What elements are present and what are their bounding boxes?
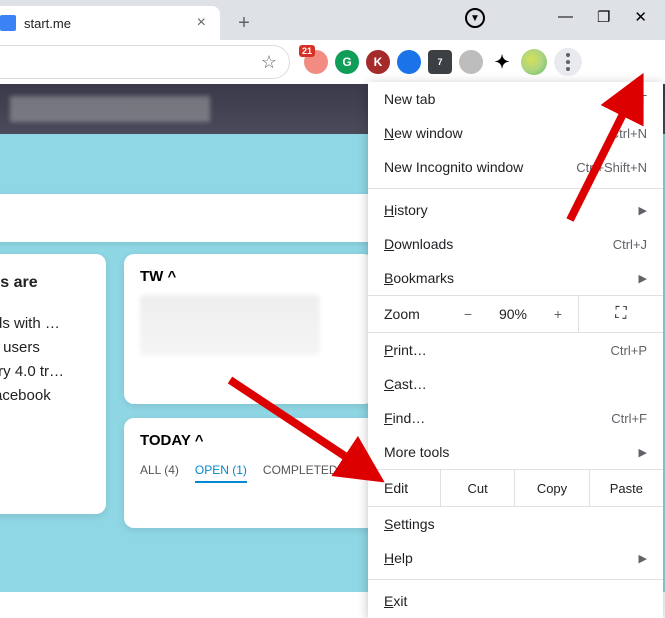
menu-cast[interactable]: Cast… (368, 367, 663, 401)
menu-downloads[interactable]: Downloads Ctrl+J (368, 227, 663, 261)
omnibox[interactable]: ☆ (0, 45, 290, 79)
menu-label: Find… (384, 410, 611, 426)
menu-exit[interactable]: Exit (368, 584, 663, 618)
window-maximize-button[interactable]: ❐ (597, 8, 610, 26)
zoom-out-button[interactable]: − (448, 306, 488, 322)
card-left-line: ds with … (0, 312, 88, 336)
zoom-label: Zoom (368, 306, 448, 322)
extension-icon[interactable]: 7 (428, 50, 452, 74)
zoom-in-button[interactable]: + (538, 306, 578, 322)
edit-label: Edit (368, 470, 440, 506)
bookmark-star-icon[interactable]: ☆ (261, 52, 277, 73)
menu-label: Print… (384, 342, 611, 358)
menu-label: History (384, 202, 631, 218)
card-left-line: acebook (0, 384, 88, 408)
menu-find[interactable]: Find… Ctrl+F (368, 401, 663, 435)
today-tabs: ALL (4) OPEN (1) COMPLETED (3) (140, 463, 368, 483)
extension-badge: 21 (299, 45, 315, 57)
tab-title: start.me (24, 16, 193, 31)
menu-print[interactable]: Print… Ctrl+P (368, 333, 663, 367)
today-tab-completed[interactable]: COMPLETED (3) (263, 463, 356, 483)
chevron-right-icon: ▶ (639, 446, 647, 459)
extensions-row: 21 G K 7 ✦ (304, 48, 582, 76)
menu-help[interactable]: Help ▶ (368, 541, 663, 575)
menu-label: Help (384, 550, 631, 566)
today-tab-open[interactable]: OPEN (1) (195, 463, 247, 483)
menu-label: More tools (384, 444, 631, 460)
chevron-right-icon: ▶ (639, 272, 647, 285)
header-blur (10, 96, 210, 122)
menu-more-tools[interactable]: More tools ▶ (368, 435, 663, 469)
menu-label: Settings (384, 516, 647, 532)
menu-label: Exit (384, 593, 647, 609)
chrome-menu-button[interactable] (554, 48, 582, 76)
card-today: TODAY ^ ALL (4) OPEN (1) COMPLETED (3) (124, 418, 384, 528)
chevron-right-icon: ▶ (639, 552, 647, 565)
extension-icon[interactable]: 21 (304, 50, 328, 74)
menu-separator (368, 579, 663, 580)
menu-label: New window (384, 125, 610, 141)
card-today-title[interactable]: TODAY ^ (140, 432, 368, 449)
card-tw-content (140, 295, 320, 355)
extension-icon[interactable] (459, 50, 483, 74)
chrome-menu: New tab Ctrl+T New window Ctrl+N New Inc… (368, 82, 663, 618)
window-close-button[interactable]: ✕ (634, 8, 647, 26)
chevron-right-icon: ▶ (639, 204, 647, 217)
tab-close-button[interactable]: × (193, 14, 210, 32)
card-tw: TW ^ (124, 254, 374, 404)
extension-icon[interactable] (397, 50, 421, 74)
menu-label: Downloads (384, 236, 613, 252)
browser-tab[interactable]: start.me × (0, 6, 220, 40)
menu-zoom-row: Zoom − 90% + ⛶ (368, 295, 663, 333)
menu-history[interactable]: History ▶ (368, 193, 663, 227)
menu-shortcut: Ctrl+N (610, 126, 647, 141)
menu-separator (368, 188, 663, 189)
menu-label: Bookmarks (384, 270, 631, 286)
menu-shortcut: Ctrl+Shift+N (576, 160, 647, 175)
menu-settings[interactable]: Settings (368, 507, 663, 541)
edit-cut-button[interactable]: Cut (440, 470, 514, 506)
menu-label: Cast… (384, 376, 647, 392)
card-tw-title[interactable]: TW ^ (140, 268, 358, 285)
download-indicator-icon[interactable]: ▼ (465, 8, 485, 28)
profile-avatar[interactable] (521, 49, 547, 75)
browser-titlebar: start.me × + ▼ — ❐ ✕ (0, 0, 665, 40)
edit-copy-button[interactable]: Copy (514, 470, 588, 506)
browser-toolbar: ☆ 21 G K 7 ✦ (0, 40, 665, 84)
zoom-value: 90% (488, 306, 538, 322)
card-left-title: rs are (0, 270, 88, 296)
menu-shortcut: Ctrl+T (611, 92, 647, 107)
edit-paste-button[interactable]: Paste (589, 470, 663, 506)
extension-icon[interactable]: G (335, 50, 359, 74)
extensions-button[interactable]: ✦ (490, 50, 514, 74)
extension-icon[interactable]: K (366, 50, 390, 74)
card-left-line: try 4.0 tr… (0, 360, 88, 384)
menu-edit-row: Edit Cut Copy Paste (368, 469, 663, 507)
menu-shortcut: Ctrl+P (611, 343, 647, 358)
today-tab-all[interactable]: ALL (4) (140, 463, 179, 483)
menu-bookmarks[interactable]: Bookmarks ▶ (368, 261, 663, 295)
card-left-line: r users (0, 336, 88, 360)
menu-new-tab[interactable]: New tab Ctrl+T (368, 82, 663, 116)
menu-shortcut: Ctrl+J (613, 237, 647, 252)
card-left: rs are ds with … r users try 4.0 tr… ace… (0, 254, 106, 514)
menu-label: New Incognito window (384, 159, 576, 175)
window-minimize-button[interactable]: — (558, 8, 573, 26)
menu-label: New tab (384, 91, 611, 107)
menu-incognito[interactable]: New Incognito window Ctrl+Shift+N (368, 150, 663, 184)
window-controls: — ❐ ✕ (540, 0, 665, 34)
fullscreen-button[interactable]: ⛶ (578, 296, 663, 332)
tab-favicon (0, 15, 16, 31)
new-tab-button[interactable]: + (230, 9, 258, 37)
menu-shortcut: Ctrl+F (611, 411, 647, 426)
menu-new-window[interactable]: New window Ctrl+N (368, 116, 663, 150)
